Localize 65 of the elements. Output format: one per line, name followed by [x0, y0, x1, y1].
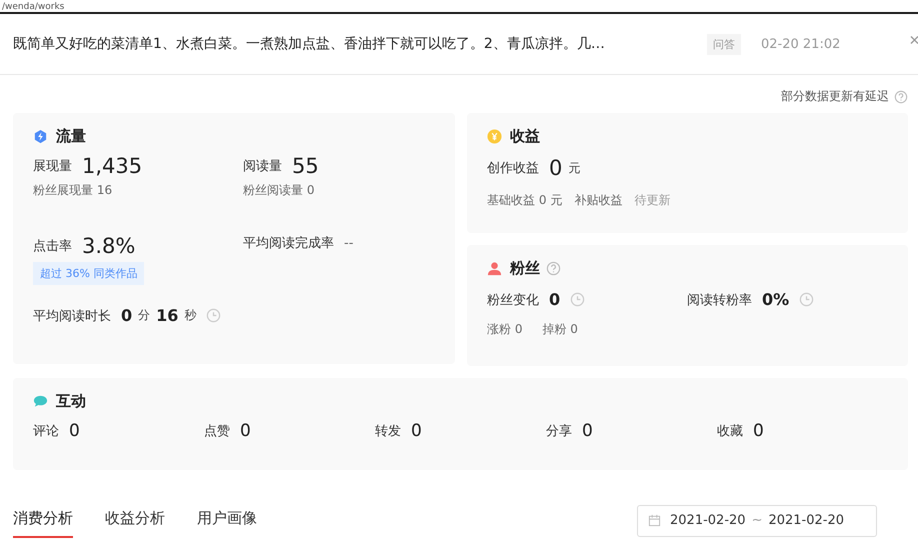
card-title: 粉丝: [510, 259, 540, 278]
delay-notice: 部分数据更新有延迟: [781, 88, 889, 105]
publish-time: 02-20 21:02: [761, 36, 840, 52]
metric-label: 评论: [33, 423, 59, 440]
unit-label: 分: [138, 307, 150, 324]
speech-bubble-icon: [33, 394, 48, 409]
metric-label: 分享: [546, 423, 572, 440]
metric-value: 16: [156, 306, 178, 325]
metric-label: 转发: [375, 423, 401, 440]
card-title: 流量: [56, 127, 86, 146]
metric-label: 创作收益: [487, 160, 539, 177]
calendar-icon: [648, 514, 661, 527]
coin-icon: [487, 129, 502, 144]
metric-label: 点赞: [204, 423, 230, 440]
metric-value: --: [344, 236, 354, 250]
category-tag: 问答: [707, 34, 741, 54]
metric-label: 平均阅读完成率: [243, 235, 334, 252]
metric-value: 0: [121, 306, 132, 325]
analysis-tab[interactable]: 收益分析: [105, 503, 165, 538]
metric-value: 3.8%: [82, 234, 136, 258]
person-icon: [487, 261, 502, 276]
metric-value: 0: [582, 421, 593, 441]
metric-label: 粉丝变化: [487, 292, 539, 308]
metric-label: 平均阅读时长: [33, 308, 111, 324]
metric-label: 展现量: [33, 158, 72, 175]
income-subtext: 待更新: [634, 192, 670, 209]
range-separator: ~: [752, 513, 762, 528]
metric-label: 点击率: [33, 238, 72, 255]
analysis-tab[interactable]: 用户画像: [197, 503, 257, 538]
metric-value: 0: [549, 290, 560, 309]
metric-label: 阅读转粉率: [687, 292, 752, 308]
end-date: 2021-02-20: [768, 513, 844, 528]
card-title: 互动: [56, 392, 86, 411]
metric-value: 0%: [762, 290, 790, 309]
metric-subtext: 粉丝阅读量 0: [243, 182, 314, 199]
date-range-picker[interactable]: 2021-02-20 ~ 2021-02-20: [637, 504, 877, 536]
metric-value: 0: [753, 421, 764, 441]
ranking-badge: 超过 36% 同类作品: [33, 262, 144, 285]
unit-label: 秒: [184, 307, 196, 324]
help-icon[interactable]: [894, 90, 908, 104]
income-subtext: 补贴收益: [574, 192, 622, 209]
clock-icon: [206, 308, 222, 323]
metric-value: 1,435: [82, 154, 142, 178]
unit-label: 元: [568, 160, 580, 176]
metric-value: 0: [549, 156, 562, 180]
article-title: 既简单又好吃的菜清单1、水煮白菜。一煮熟加点盐、香油拌下就可以吃了。2、青瓜凉拌。几…: [13, 35, 606, 53]
fans-subtext: 掉粉 0: [542, 321, 578, 338]
url-text[interactable]: /wenda/works: [0, 2, 64, 12]
card-title: 收益: [510, 127, 540, 146]
income-subtext: 基础收益 0 元: [487, 192, 562, 209]
lightning-icon: [33, 129, 48, 144]
metric-value: 0: [69, 421, 80, 441]
start-date: 2021-02-20: [670, 513, 746, 528]
metric-subtext: 粉丝展现量 16: [33, 182, 112, 199]
close-icon[interactable]: [910, 35, 918, 45]
help-icon[interactable]: [546, 261, 561, 276]
metric-value: 0: [411, 421, 422, 441]
fans-subtext: 涨粉 0: [487, 321, 522, 338]
clock-icon: [799, 292, 814, 307]
metric-value: 0: [240, 421, 251, 441]
metric-label: 收藏: [717, 423, 743, 440]
metric-label: 阅读量: [243, 158, 282, 175]
analysis-tab[interactable]: 消费分析: [13, 503, 73, 538]
clock-icon: [570, 292, 586, 307]
metric-value: 55: [292, 154, 319, 178]
